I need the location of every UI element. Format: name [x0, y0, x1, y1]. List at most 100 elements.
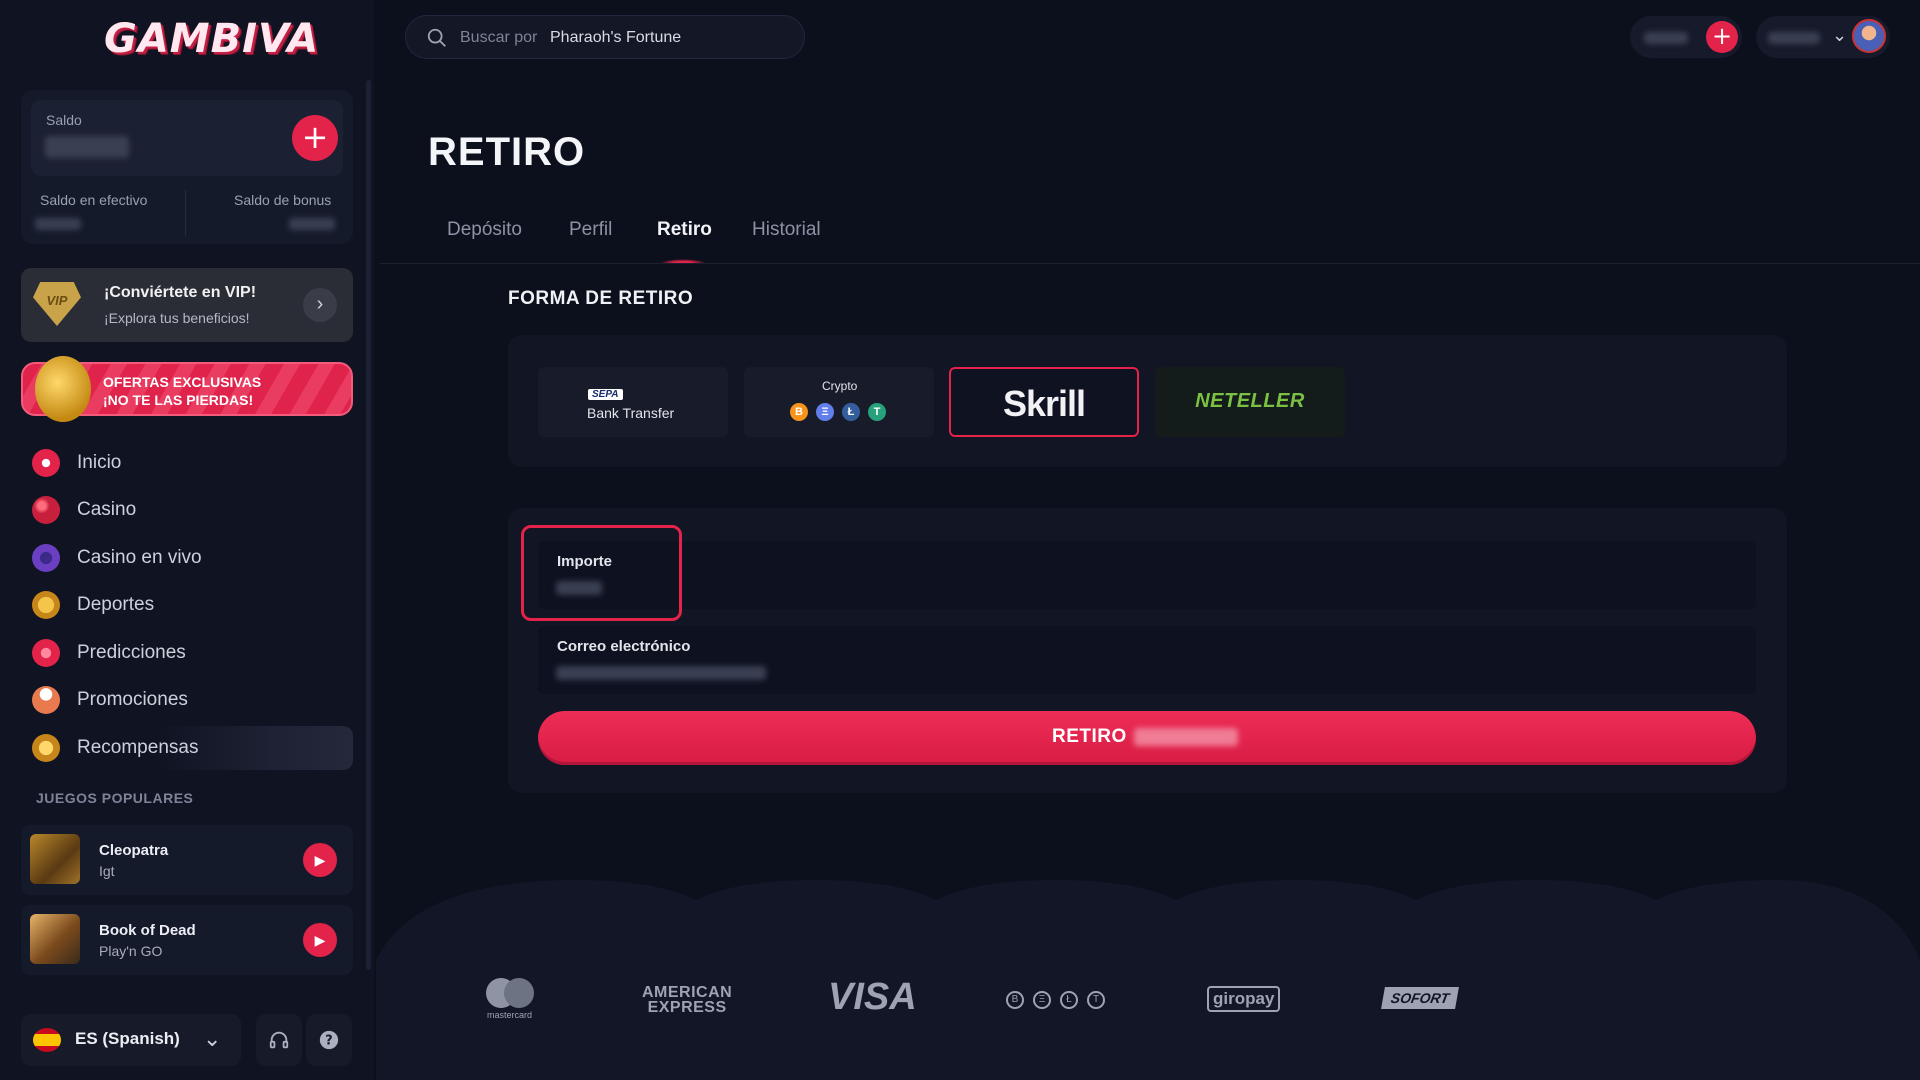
active-tab-indicator: [660, 259, 706, 263]
method-bank-transfer[interactable]: SEPA Bank Transfer: [538, 367, 728, 437]
sofort-logo: SOFORT: [1381, 987, 1460, 1009]
email-value-hidden: [556, 666, 766, 680]
neteller-logo: NETELLER: [1195, 390, 1305, 412]
tabs-underline: [380, 263, 1920, 264]
support-headset-icon[interactable]: [256, 1014, 302, 1066]
deposit-plus-button[interactable]: +: [292, 115, 338, 161]
method-neteller[interactable]: NETELLER: [1155, 367, 1345, 437]
chip-icon: [32, 544, 60, 572]
coin-icon: [32, 734, 60, 762]
vip-subtitle: ¡Explora tus beneficios!: [104, 310, 250, 326]
balance-divider: [185, 190, 186, 236]
amex-logo: AMERICAN EXPRESS: [642, 984, 733, 1016]
play-icon[interactable]: ▶: [303, 843, 337, 877]
sidebar-item-recompensas[interactable]: Recompensas: [30, 728, 350, 768]
vip-banner[interactable]: VIP ¡Conviértete en VIP! ¡Explora tus be…: [21, 268, 353, 342]
bitcoin-footer-icon: B: [1006, 991, 1024, 1009]
bonus-balance-label: Saldo de bonus: [234, 192, 332, 208]
game-title: Book of Dead: [99, 922, 196, 939]
game-thumbnail: [30, 834, 80, 884]
balance-label: Saldo: [46, 112, 82, 128]
amex-line-2: EXPRESS: [647, 999, 727, 1016]
tab-perfil[interactable]: Perfil: [569, 219, 612, 241]
chevron-down-icon: ⌄: [1832, 25, 1848, 45]
crypto-label: Crypto: [822, 379, 858, 393]
mastercard-label: mastercard: [487, 1010, 533, 1020]
ethereum-icon: Ξ: [816, 403, 834, 421]
search-term: Pharaoh's Fortune: [550, 29, 682, 46]
tether-icon: T: [868, 403, 886, 421]
litecoin-footer-icon: Ł: [1060, 991, 1078, 1009]
withdraw-amount-hidden: [1134, 728, 1238, 746]
avatar[interactable]: [1852, 19, 1886, 53]
game-card[interactable]: Book of Dead Play'n GO ▶: [21, 905, 353, 975]
ethereum-footer-icon: Ξ: [1033, 991, 1051, 1009]
bonus-balance-hidden: [289, 218, 335, 230]
popular-games-heading: JUEGOS POPULARES: [36, 790, 194, 806]
sidebar-item-label: Casino en vivo: [77, 547, 202, 568]
amount-field-highlight: [521, 525, 682, 621]
exclusive-offers-banner[interactable]: OFERTAS EXCLUSIVAS ¡NO TE LAS PIERDAS!: [21, 356, 353, 422]
header-balance-pill[interactable]: +: [1630, 16, 1742, 58]
gold-coin-icon: [35, 356, 91, 422]
chevron-down-icon: ⌄: [203, 1026, 222, 1051]
game-provider: Igt: [99, 863, 115, 879]
sidebar-item-casino[interactable]: Casino: [30, 490, 350, 530]
sidebar-item-inicio[interactable]: Inicio: [30, 443, 350, 483]
skrill-logo: Skrill: [1002, 383, 1086, 424]
sidebar-item-label: Casino: [77, 499, 137, 520]
medal-icon: [32, 591, 60, 619]
amex-line-1: AMERICAN: [642, 984, 733, 1001]
game-provider: Play'n GO: [99, 943, 163, 959]
withdrawal-method-heading: FORMA DE RETIRO: [508, 288, 694, 309]
sidebar-item-casino-en-vivo[interactable]: Casino en vivo: [30, 538, 350, 578]
email-label: Correo electrónico: [557, 638, 691, 655]
page-title: RETIRO: [428, 130, 586, 174]
sidebar-item-deportes[interactable]: Deportes: [30, 585, 350, 625]
help-icon[interactable]: ?: [306, 1014, 352, 1066]
language-selector[interactable]: ES (Spanish) ⌄: [21, 1014, 241, 1066]
cake-icon: [32, 686, 60, 714]
sidebar: GAMBIVA Saldo + Saldo en efectivo Saldo …: [0, 0, 374, 1080]
bank-transfer-label: Bank Transfer: [587, 405, 675, 421]
sidebar-item-predicciones[interactable]: Predicciones: [30, 633, 350, 673]
sidebar-item-label: Deportes: [77, 594, 155, 615]
swirl-icon: [32, 449, 60, 477]
sidebar-item-label: Recompensas: [77, 737, 199, 758]
svg-text:?: ?: [325, 1034, 332, 1049]
tab-historial[interactable]: Historial: [752, 219, 821, 241]
offer-line-1: OFERTAS EXCLUSIVAS: [103, 374, 262, 390]
chevron-right-icon[interactable]: ›: [303, 288, 337, 322]
tether-footer-icon: T: [1087, 991, 1105, 1009]
vip-title: ¡Conviértete en VIP!: [104, 284, 257, 301]
email-field[interactable]: Correo electrónico: [538, 626, 1756, 694]
tab-deposito[interactable]: Depósito: [447, 219, 522, 241]
chart-up-icon: [32, 639, 60, 667]
withdraw-button-label: RETIRO: [1052, 726, 1127, 747]
amount-field[interactable]: Importe: [538, 541, 1756, 609]
play-icon[interactable]: ▶: [303, 923, 337, 957]
giropay-logo: giropay: [1207, 986, 1281, 1012]
method-skrill[interactable]: Skrill: [949, 367, 1139, 437]
method-crypto[interactable]: Crypto B Ξ Ł T: [744, 367, 934, 437]
game-card[interactable]: Cleopatra Igt ▶: [21, 825, 353, 895]
cash-balance-label: Saldo en efectivo: [40, 192, 148, 208]
sidebar-item-label: Predicciones: [77, 642, 186, 663]
balance-amount-hidden: [45, 136, 129, 158]
search-input[interactable]: Buscar por Pharaoh's Fortune: [405, 15, 805, 59]
balance-summary: Saldo +: [31, 100, 343, 176]
search-prefix: Buscar por: [460, 29, 538, 46]
tab-retiro[interactable]: Retiro: [657, 219, 712, 241]
mastercard-circle-right: [504, 978, 534, 1008]
language-label: ES (Spanish): [75, 1029, 180, 1048]
game-title: Cleopatra: [99, 842, 169, 859]
brand-logo[interactable]: GAMBIVA: [104, 16, 318, 66]
header-deposit-plus-button[interactable]: +: [1706, 21, 1738, 53]
footer-background: [376, 880, 1920, 1080]
visa-logo: VISA: [828, 976, 917, 1018]
withdraw-button[interactable]: RETIRO: [538, 711, 1756, 765]
header-balance-hidden: [1644, 32, 1688, 44]
litecoin-icon: Ł: [842, 403, 860, 421]
sidebar-scrollbar[interactable]: [366, 80, 371, 970]
sidebar-item-promociones[interactable]: Promociones: [30, 680, 350, 720]
